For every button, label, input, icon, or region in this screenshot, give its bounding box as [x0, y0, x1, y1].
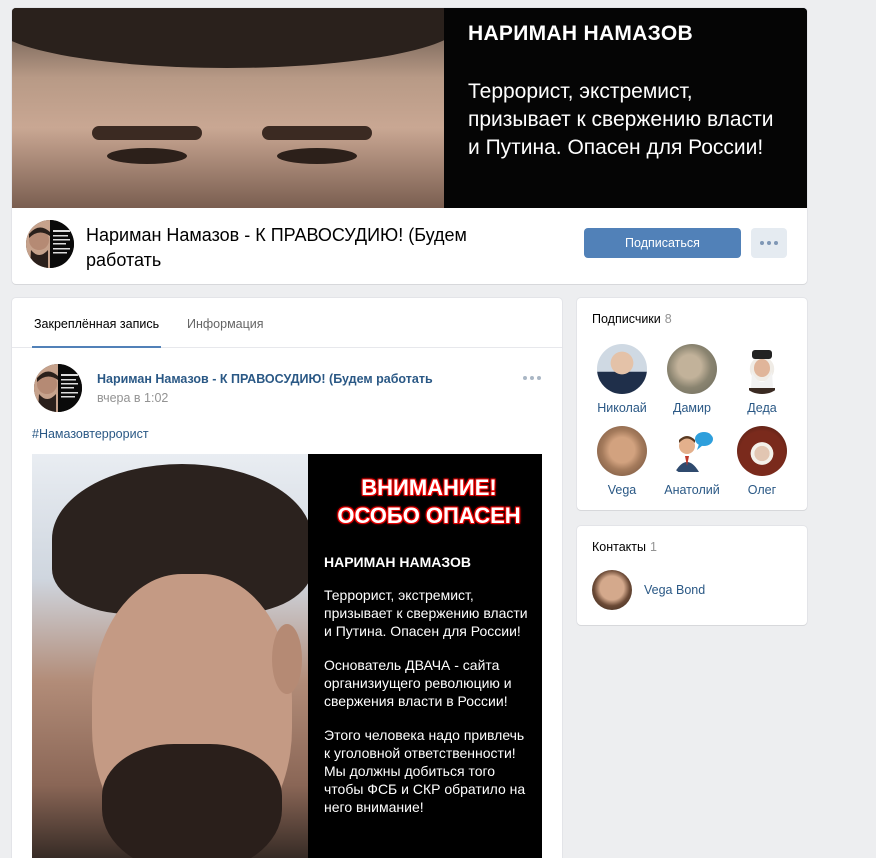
follower-item[interactable]: Анатолий [657, 426, 727, 497]
cover-caption: НАРИМАН НАМАЗОВ Террорист, экстремист, п… [444, 8, 807, 208]
warning-heading: ВНИМАНИЕ! [361, 475, 497, 500]
cover-description: Террорист, экстремист, призывает к сверж… [468, 80, 774, 159]
tab-information[interactable]: Информация [185, 298, 266, 348]
follower-item[interactable]: Олег [727, 426, 797, 497]
page-head: Нариман Намазов - К ПРАВОСУДИЮ! (Будем р… [12, 208, 807, 284]
follower-name: Николай [597, 401, 647, 415]
avatar [667, 344, 717, 394]
cover-image: НАРИМАН НАМАЗОВ Террорист, экстремист, п… [12, 8, 807, 208]
follower-name: Олег [747, 483, 777, 497]
image-paragraph: Основатель ДВАЧА - сайта организиущего р… [324, 657, 512, 709]
follower-name: Анатолий [664, 483, 720, 497]
followers-block: Подписчики 8 Николай Дамир Деда Vega Анат… [577, 298, 807, 510]
post-author-link[interactable]: Нариман Намазов - К ПРАВОСУДИЮ! (Будем р… [97, 372, 433, 386]
post-image-caption: ВНИМАНИЕ! ОСОБО ОПАСЕН НАРИМАН НАМАЗОВ Т… [308, 454, 542, 858]
follower-item[interactable]: Дамир [657, 344, 727, 415]
post-more-button[interactable] [523, 376, 541, 380]
avatar [667, 426, 717, 476]
tab-pinned-post[interactable]: Закреплённая запись [32, 298, 162, 348]
cover-photo [12, 8, 444, 208]
subscribe-button[interactable]: Подписаться [584, 228, 741, 258]
contact-name[interactable]: Vega Bond [644, 583, 705, 597]
follower-item[interactable]: Vega [587, 426, 657, 497]
wall-tabs: Закреплённая запись Информация [12, 298, 562, 348]
contacts-header[interactable]: Контакты 1 [592, 540, 657, 554]
post-photo [32, 454, 308, 858]
community-avatar[interactable] [26, 220, 74, 268]
follower-name: Vega [607, 483, 637, 497]
wall-post-card: Закреплённая запись Информация Нариман Н… [12, 298, 562, 858]
more-icon [523, 376, 527, 380]
image-paragraph: Террорист, экстремист, призывает к сверж… [324, 587, 528, 639]
community-header: НАРИМАН НАМАЗОВ Террорист, экстремист, п… [12, 8, 807, 284]
followers-header[interactable]: Подписчики 8 [592, 312, 672, 326]
more-actions-button[interactable] [751, 228, 787, 258]
follower-name: Деда [747, 401, 777, 415]
follower-item[interactable]: Николай [587, 344, 657, 415]
post-hashtag[interactable]: #Намазовтеррорист [32, 427, 149, 441]
contacts-title: Контакты [592, 540, 646, 554]
post-timestamp[interactable]: вчера в 1:02 [97, 391, 168, 405]
post-author-avatar[interactable] [34, 364, 82, 412]
follower-name: Дамир [673, 401, 711, 415]
followers-title: Подписчики [592, 312, 661, 326]
avatar [597, 344, 647, 394]
contacts-block: Контакты 1 Vega Bond [577, 526, 807, 625]
more-icon [760, 241, 764, 245]
warning-subheading: ОСОБО ОПАСЕН [337, 503, 521, 528]
follower-item[interactable]: Деда [727, 344, 797, 415]
cover-title: НАРИМАН НАМАЗОВ [468, 22, 693, 45]
followers-count: 8 [664, 312, 672, 326]
avatar [737, 344, 787, 394]
avatar [737, 426, 787, 476]
page-title: Нариман Намазов - К ПРАВОСУДИЮ! (Будем р… [86, 225, 467, 270]
contacts-count: 1 [650, 540, 657, 554]
image-paragraph: Этого человека надо привлечь к уголовной… [324, 727, 526, 815]
avatar [592, 570, 632, 610]
avatar [597, 426, 647, 476]
post-image[interactable]: ВНИМАНИЕ! ОСОБО ОПАСЕН НАРИМАН НАМАЗОВ Т… [32, 454, 542, 858]
contact-item[interactable]: Vega Bond [592, 570, 705, 610]
image-name: НАРИМАН НАМАЗОВ [324, 554, 471, 570]
